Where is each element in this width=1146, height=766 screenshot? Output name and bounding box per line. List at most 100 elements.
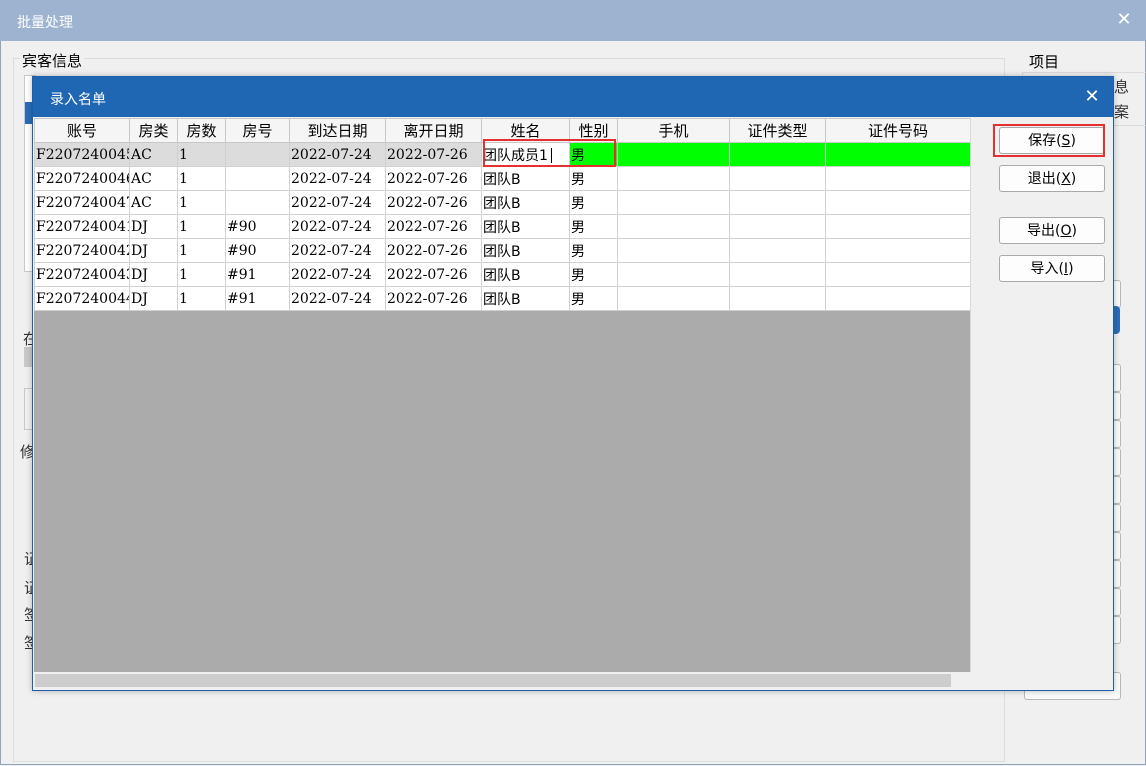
cell-departure[interactable]: 2022-07-26	[385, 214, 482, 239]
cell-account[interactable]: F2207240047	[34, 190, 130, 215]
cell-id-type[interactable]	[729, 214, 826, 239]
cell-room-no[interactable]	[225, 190, 290, 215]
table-row[interactable]: F2207240042 DJ 1 #90 2022-07-24 2022-07-…	[34, 238, 971, 263]
outer-close-icon[interactable]: ✕	[1111, 6, 1137, 34]
cell-arrival[interactable]: 2022-07-24	[289, 142, 386, 167]
table-row[interactable]: F2207240044 DJ 1 #91 2022-07-24 2022-07-…	[34, 286, 971, 311]
column-header-room-type[interactable]: 房类	[129, 118, 178, 143]
cell-departure[interactable]: 2022-07-26	[385, 166, 482, 191]
column-header-room-count[interactable]: 房数	[177, 118, 226, 143]
export-button[interactable]: 导出(O)	[999, 217, 1105, 244]
cell-id-no[interactable]	[825, 214, 971, 239]
cell-room-count[interactable]: 1	[177, 262, 226, 287]
cell-gender[interactable]: 男	[569, 190, 618, 215]
import-button[interactable]: 导入(I)	[999, 255, 1105, 282]
cell-room-count[interactable]: 1	[177, 214, 226, 239]
cell-id-type[interactable]	[729, 238, 826, 263]
cell-room-type[interactable]: AC	[129, 142, 178, 167]
cell-name[interactable]: 团队B	[481, 166, 570, 191]
column-header-id-type[interactable]: 证件类型	[729, 118, 826, 143]
cell-room-type[interactable]: DJ	[129, 262, 178, 287]
cell-id-no[interactable]	[825, 166, 971, 191]
cell-departure[interactable]: 2022-07-26	[385, 142, 482, 167]
cell-id-no[interactable]	[825, 142, 971, 167]
column-header-departure[interactable]: 离开日期	[385, 118, 482, 143]
cell-gender[interactable]: 男	[569, 166, 618, 191]
cell-gender[interactable]: 男	[569, 286, 618, 311]
outer-window-title: 批量处理	[17, 15, 73, 31]
cell-room-no[interactable]: #91	[225, 286, 290, 311]
cell-gender[interactable]: 男	[569, 214, 618, 239]
cell-phone[interactable]	[617, 238, 730, 263]
cell-arrival[interactable]: 2022-07-24	[289, 286, 386, 311]
cell-room-count[interactable]: 1	[177, 166, 226, 191]
cell-room-type[interactable]: DJ	[129, 286, 178, 311]
cell-room-type[interactable]: DJ	[129, 214, 178, 239]
entry-list-dialog: 录入名单 ✕ 账号 房类 房数 房号 到达日期 离开日期 姓名 性别 手机 证件…	[32, 76, 1114, 691]
cell-name[interactable]: 团队B	[481, 286, 570, 311]
cell-departure[interactable]: 2022-07-26	[385, 262, 482, 287]
cell-arrival[interactable]: 2022-07-24	[289, 214, 386, 239]
cell-id-type[interactable]	[729, 286, 826, 311]
cell-name[interactable]: 团队B	[481, 214, 570, 239]
cell-account[interactable]: F2207240046	[34, 166, 130, 191]
cell-arrival[interactable]: 2022-07-24	[289, 262, 386, 287]
cell-departure[interactable]: 2022-07-26	[385, 190, 482, 215]
cell-phone[interactable]	[617, 142, 730, 167]
cell-phone[interactable]	[617, 166, 730, 191]
table-row[interactable]: F2207240046 AC 1 2022-07-24 2022-07-26 团…	[34, 166, 971, 191]
cell-room-no[interactable]: #90	[225, 214, 290, 239]
cell-id-type[interactable]	[729, 166, 826, 191]
column-header-room-no[interactable]: 房号	[225, 118, 290, 143]
cell-account[interactable]: F2207240042	[34, 238, 130, 263]
cell-account[interactable]: F2207240043	[34, 262, 130, 287]
cell-room-no[interactable]: #90	[225, 238, 290, 263]
cell-room-count[interactable]: 1	[177, 238, 226, 263]
cell-name[interactable]: 团队B	[481, 238, 570, 263]
cell-account[interactable]: F2207240044	[34, 286, 130, 311]
cell-departure[interactable]: 2022-07-26	[385, 286, 482, 311]
exit-button[interactable]: 退出(X)	[999, 165, 1105, 192]
cell-name[interactable]: 团队B	[481, 262, 570, 287]
dialog-close-icon[interactable]: ✕	[1079, 83, 1105, 111]
cell-arrival[interactable]: 2022-07-24	[289, 238, 386, 263]
column-header-phone[interactable]: 手机	[617, 118, 730, 143]
table-row[interactable]: F2207240043 DJ 1 #91 2022-07-24 2022-07-…	[34, 262, 971, 287]
vertical-scrollbar[interactable]	[970, 118, 989, 672]
cell-room-no[interactable]	[225, 142, 290, 167]
table-row[interactable]: F2207240047 AC 1 2022-07-24 2022-07-26 团…	[34, 190, 971, 215]
column-header-account[interactable]: 账号	[34, 118, 130, 143]
table-row[interactable]: F2207240041 DJ 1 #90 2022-07-24 2022-07-…	[34, 214, 971, 239]
cell-id-no[interactable]	[825, 262, 971, 287]
cell-phone[interactable]	[617, 262, 730, 287]
cell-room-no[interactable]	[225, 166, 290, 191]
cell-account[interactable]: F2207240041	[34, 214, 130, 239]
cell-id-no[interactable]	[825, 286, 971, 311]
cell-id-type[interactable]	[729, 142, 826, 167]
cell-room-count[interactable]: 1	[177, 190, 226, 215]
cell-gender[interactable]: 男	[569, 238, 618, 263]
cell-phone[interactable]	[617, 190, 730, 215]
horizontal-scroll-thumb[interactable]	[35, 674, 951, 687]
column-header-id-no[interactable]: 证件号码	[825, 118, 971, 143]
cell-room-no[interactable]: #91	[225, 262, 290, 287]
cell-room-type[interactable]: DJ	[129, 238, 178, 263]
cell-name[interactable]: 团队B	[481, 190, 570, 215]
cell-account[interactable]: F2207240045	[34, 142, 130, 167]
cell-room-count[interactable]: 1	[177, 142, 226, 167]
cell-id-no[interactable]	[825, 238, 971, 263]
cell-arrival[interactable]: 2022-07-24	[289, 190, 386, 215]
cell-arrival[interactable]: 2022-07-24	[289, 166, 386, 191]
cell-gender[interactable]: 男	[569, 262, 618, 287]
cell-room-type[interactable]: AC	[129, 166, 178, 191]
cell-phone[interactable]	[617, 286, 730, 311]
column-header-arrival[interactable]: 到达日期	[289, 118, 386, 143]
horizontal-scrollbar[interactable]	[34, 672, 970, 689]
cell-phone[interactable]	[617, 214, 730, 239]
cell-id-no[interactable]	[825, 190, 971, 215]
cell-id-type[interactable]	[729, 190, 826, 215]
cell-room-type[interactable]: AC	[129, 190, 178, 215]
cell-id-type[interactable]	[729, 262, 826, 287]
cell-departure[interactable]: 2022-07-26	[385, 238, 482, 263]
cell-room-count[interactable]: 1	[177, 286, 226, 311]
